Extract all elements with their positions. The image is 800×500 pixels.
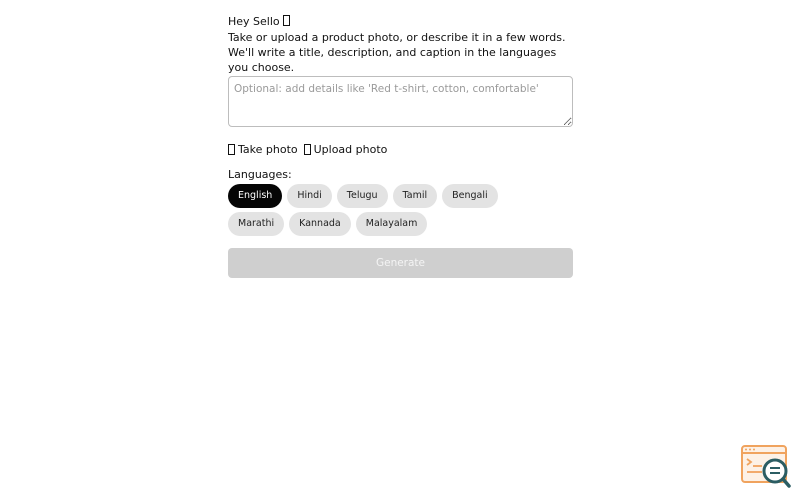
language-chip-tamil[interactable]: Tamil [392,184,438,208]
wave-emoji-icon [282,15,290,26]
camera-icon [228,143,235,155]
language-chips: English Hindi Telugu Tamil Bengali Marat… [228,184,558,240]
inspector-window-magnifier-icon[interactable] [740,444,792,490]
intro-text: Take or upload a product photo, or descr… [228,31,566,74]
languages-label: Languages: [228,168,292,181]
take-photo-label: Take photo [238,142,298,156]
language-chip-hindi[interactable]: Hindi [287,184,332,208]
upload-photo-label: Upload photo [313,142,388,156]
language-chip-telugu[interactable]: Telugu [336,184,388,208]
language-chip-kannada[interactable]: Kannada [289,212,351,236]
language-chip-marathi[interactable]: Marathi [228,212,285,236]
greeting-text: Hey Sello [228,15,280,28]
generate-button[interactable]: Generate [228,248,573,278]
photo-actions: Take photo Upload photo [228,141,573,157]
language-chip-english[interactable]: English [228,184,283,208]
greeting-line: Hey Sello [228,14,573,30]
product-details-input[interactable] [228,76,573,127]
upload-photo-button[interactable]: Upload photo [303,142,388,156]
page: Hey Sello Take or upload a product photo… [0,0,800,500]
upload-icon [303,143,311,155]
language-chip-bengali[interactable]: Bengali [442,184,498,208]
main-content: Hey Sello Take or upload a product photo… [228,14,573,278]
language-chip-malayalam[interactable]: Malayalam [355,212,428,236]
take-photo-button[interactable]: Take photo [228,143,298,156]
